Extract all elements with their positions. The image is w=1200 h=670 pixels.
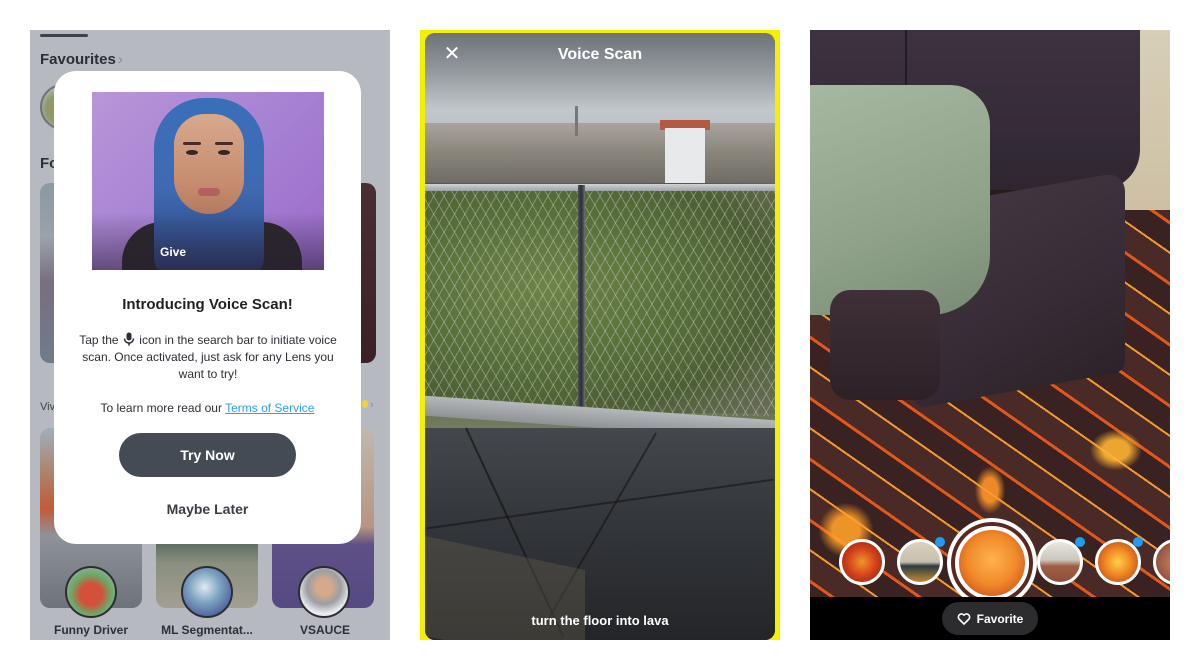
- lens-avatar-ml-segmentation[interactable]: [181, 566, 233, 618]
- voice-scan-intro-modal: Give Introducing Voice Scan! Tap the ico…: [54, 71, 361, 544]
- scene-buildings: [425, 123, 775, 183]
- lens-result-screen: Favorite: [810, 30, 1170, 640]
- vivid-section-title: Viv: [40, 401, 56, 413]
- carousel-lens-1[interactable]: [839, 539, 885, 585]
- favorite-button[interactable]: Favorite: [942, 602, 1038, 635]
- drag-handle[interactable]: [40, 34, 88, 37]
- video-gradient: [92, 212, 324, 270]
- lens-name: ML Segmentat...: [161, 623, 253, 637]
- voice-transcript: turn the floor into lava: [531, 613, 669, 628]
- carousel-lens-2[interactable]: [897, 537, 945, 585]
- camera-viewfinder[interactable]: ✕ Voice Scan turn the floor into lava: [425, 33, 775, 640]
- new-badge: [1133, 537, 1143, 547]
- lens-avatar-funny-driver[interactable]: [65, 566, 117, 618]
- terms-of-service-link[interactable]: Terms of Service: [225, 401, 314, 415]
- scene-chimney: [575, 106, 578, 136]
- terms-prefix: To learn more read our: [100, 401, 222, 415]
- favourites-label: Favourites: [40, 51, 116, 68]
- description-text: Tap the: [79, 333, 119, 347]
- voice-scan-screen: ✕ Voice Scan turn the floor into lava: [420, 30, 780, 640]
- terms-line: To learn more read our Terms of Service: [54, 401, 361, 415]
- scene-railing: [425, 184, 775, 191]
- scene-sofa-cushion: [830, 290, 940, 400]
- screen-title: Voice Scan: [557, 46, 643, 63]
- carousel-lens-6[interactable]: [1153, 539, 1170, 585]
- microphone-icon: [123, 332, 135, 346]
- new-badge: [935, 537, 945, 547]
- modal-title: Introducing Voice Scan!: [122, 296, 293, 313]
- favourites-section-title[interactable]: Favourites ›: [40, 51, 123, 68]
- mouth: [198, 188, 220, 196]
- eyebrow: [183, 142, 201, 145]
- chevron-right-icon: ›: [370, 399, 374, 411]
- favorite-label: Favorite: [976, 611, 1024, 626]
- video-person-face: [174, 114, 244, 214]
- carousel-lens-selected[interactable]: [955, 526, 1029, 600]
- carousel-lens-5[interactable]: [1095, 537, 1143, 585]
- eyebrow: [215, 142, 233, 145]
- modal-description: Tap the icon in the search bar to initia…: [76, 332, 340, 383]
- chevron-right-icon: ›: [117, 51, 123, 68]
- eye: [218, 150, 230, 155]
- intro-video[interactable]: Give: [92, 92, 324, 270]
- lens-card-right[interactable]: [360, 183, 376, 363]
- video-caption: Give: [160, 245, 187, 259]
- description-text: icon in the search bar to initiate voice…: [82, 333, 337, 381]
- eye: [186, 150, 198, 155]
- emoji-icon: [362, 400, 368, 408]
- lens-avatar-vsauce[interactable]: [298, 566, 350, 618]
- lens-name: Funny Driver: [53, 623, 128, 637]
- scene-white-building: [665, 128, 705, 183]
- lens-carousel[interactable]: [810, 517, 1170, 600]
- lens-name: VSAUCE: [299, 623, 350, 637]
- try-now-button[interactable]: Try Now: [119, 433, 296, 477]
- scene-railing-post: [578, 185, 585, 425]
- scene-blanket: [810, 85, 990, 315]
- carousel-lens-4[interactable]: [1037, 537, 1085, 585]
- heart-outline-icon: [957, 612, 971, 625]
- scene-fence-mesh: [425, 191, 775, 416]
- lens-explorer-screen: Favourites › Fo Viv › Funny Driver ML Seg…: [30, 30, 390, 640]
- section-more[interactable]: ›: [362, 399, 374, 411]
- maybe-later-button[interactable]: Maybe Later: [119, 494, 296, 524]
- new-badge: [1075, 537, 1085, 547]
